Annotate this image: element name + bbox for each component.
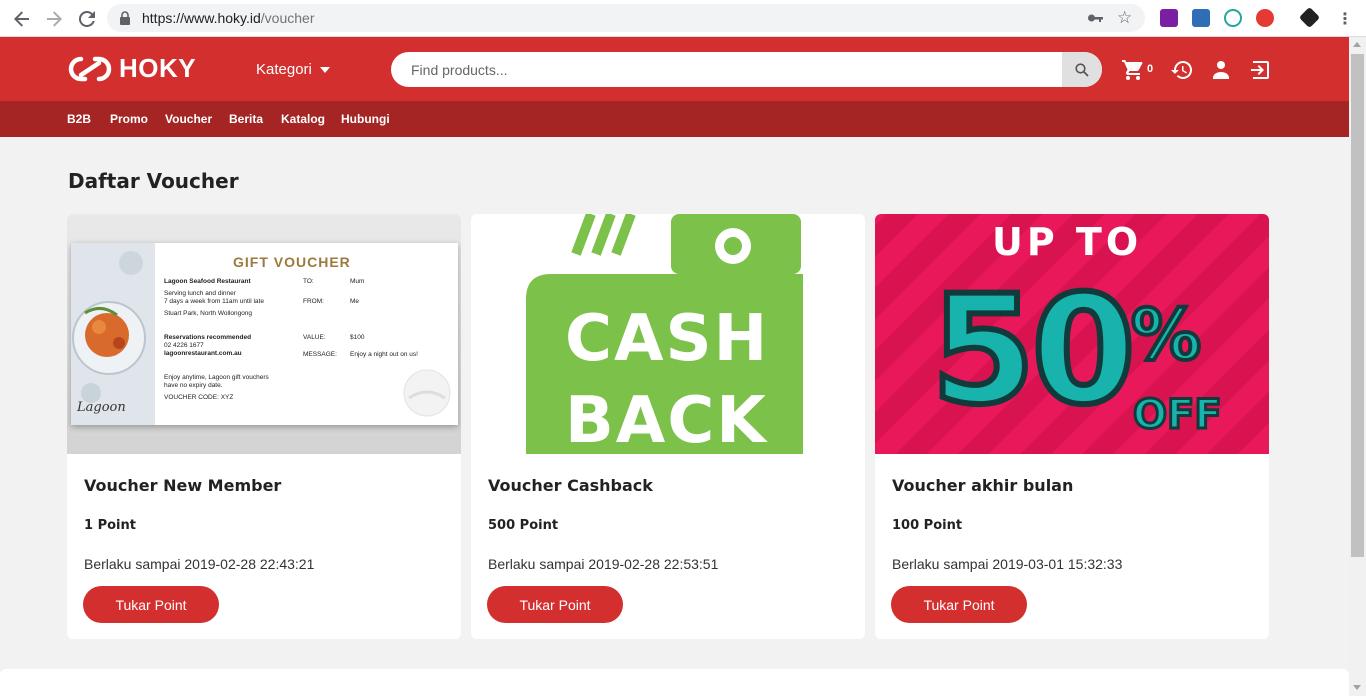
gift-note-2: have no expiry date. [164, 382, 223, 389]
login-icon[interactable] [1249, 58, 1273, 82]
gift-hours-1: Serving lunch and dinner [164, 290, 236, 297]
sale-off-text: OFF [1132, 391, 1224, 440]
gift-from-value: Me [350, 298, 360, 305]
food-photo: Lagoon [71, 243, 155, 425]
cart-count: 0 [1147, 63, 1154, 75]
gift-reservations: Reservations recommended [164, 334, 252, 341]
gift-from-label: FROM: [303, 298, 324, 305]
voucher-card: CASH BACK Voucher Cashback 500 Point Ber… [471, 214, 865, 639]
scroll-down-arrow-icon[interactable] [1353, 685, 1361, 690]
lagoon-seal-icon [403, 369, 451, 417]
gift-value-label: VALUE: [303, 334, 326, 341]
nav-link-berita[interactable]: Berita [229, 112, 263, 126]
kategori-label: Kategori [256, 61, 312, 78]
caret-down-icon [319, 66, 330, 73]
voucher-points: 100 Point [892, 518, 963, 533]
hoky-logo-icon [68, 56, 112, 81]
cashback-line-1: CASH [565, 302, 770, 376]
nav-link-promo[interactable]: Promo [110, 112, 148, 126]
search-icon [1075, 62, 1089, 77]
gift-address: Stuart Park, North Wollongong [164, 310, 253, 317]
search-input[interactable] [391, 52, 1062, 87]
tukar-point-button[interactable]: Tukar Point [83, 586, 219, 623]
footer-panel [0, 669, 1349, 696]
voucher-image-cashback: CASH BACK [471, 214, 865, 454]
bookmark-star-icon[interactable]: ☆ [1117, 8, 1132, 28]
voucher-title: Voucher New Member [84, 476, 282, 495]
search-bar [391, 52, 1102, 87]
reload-icon[interactable] [75, 7, 99, 31]
cashback-line-2: BACK [565, 384, 768, 454]
forward-arrow-icon[interactable] [42, 7, 66, 31]
nav-link-katalog[interactable]: Katalog [281, 112, 325, 126]
page-scrollbar[interactable] [1349, 37, 1366, 696]
voucher-card: UP TO 50 % OFF Voucher akhir bulan 100 P… [875, 214, 1269, 639]
scroll-up-arrow-icon[interactable] [1353, 42, 1361, 47]
nav-link-b2b[interactable]: B2B [67, 112, 91, 126]
key-icon[interactable] [1087, 10, 1103, 26]
sub-navigation: B2B Promo Voucher Berita Katalog Hubungi [0, 101, 1349, 137]
user-icon[interactable] [1209, 58, 1233, 82]
extension-rp-icon[interactable] [1160, 9, 1178, 27]
tukar-point-button[interactable]: Tukar Point [891, 586, 1027, 623]
gift-voucher-heading: GIFT VOUCHER [233, 254, 351, 270]
page-title: Daftar Voucher [68, 169, 239, 193]
cart-icon[interactable] [1121, 58, 1145, 82]
back-arrow-icon[interactable] [10, 7, 34, 31]
search-button[interactable] [1062, 52, 1102, 87]
scrollbar-thumb[interactable] [1351, 54, 1364, 557]
gift-code: VOUCHER CODE: XYZ [164, 394, 234, 401]
logo-text: HOKY [119, 53, 197, 83]
extension-diamond-icon[interactable] [1298, 6, 1321, 29]
voucher-image-gift: Lagoon GIFT VOUCHER Lagoon Seafood Resta… [67, 214, 461, 454]
gift-to-value: Mum [350, 278, 365, 285]
voucher-points: 500 Point [488, 518, 559, 533]
gift-website: lagoonrestaurant.com.au [164, 350, 242, 357]
gift-hours-2: 7 days a week from 11am until late [164, 298, 264, 305]
url-domain: https://www.hoky.id [142, 10, 261, 26]
gift-message-value: Enjoy a night out on us! [350, 351, 418, 358]
voucher-title: Voucher akhir bulan [892, 476, 1074, 495]
address-bar[interactable]: https://www.hoky.id/voucher ☆ [107, 4, 1145, 32]
gift-message-label: MESSAGE: [303, 351, 337, 358]
gift-restaurant: Lagoon Seafood Restaurant [164, 278, 251, 285]
sale-percent-text: % [1129, 292, 1203, 378]
url-path: /voucher [260, 10, 315, 26]
gift-to-label: TO: [303, 278, 314, 285]
extension-s-icon[interactable] [1192, 9, 1210, 27]
voucher-title: Voucher Cashback [488, 476, 653, 495]
extension-shield-icon[interactable] [1256, 9, 1274, 27]
voucher-validity: Berlaku sampai 2019-02-28 22:43:21 [84, 556, 315, 572]
sale-number-text: 50 [928, 264, 1139, 438]
menu-kebab-icon[interactable]: ⋮ [1333, 7, 1357, 31]
voucher-image-sale: UP TO 50 % OFF [875, 214, 1269, 454]
nav-link-voucher[interactable]: Voucher [165, 112, 212, 126]
voucher-card: Lagoon GIFT VOUCHER Lagoon Seafood Resta… [67, 214, 461, 639]
url-text: https://www.hoky.id/voucher [142, 10, 315, 26]
lagoon-brand-text: Lagoon [76, 400, 126, 415]
hoky-logo[interactable]: HOKY [67, 53, 196, 84]
kategori-dropdown[interactable]: Kategori [256, 61, 330, 78]
voucher-points: 1 Point [84, 518, 136, 533]
gift-phone: 02 4226 1677 [164, 342, 204, 349]
lock-icon [120, 11, 130, 25]
browser-toolbar: https://www.hoky.id/voucher ☆ ⋮ [0, 0, 1366, 37]
gift-note-1: Enjoy anytime, Lagoon gift vouchers [164, 374, 269, 381]
extension-cube-icon[interactable] [1224, 9, 1242, 27]
sale-up-to-text: UP TO [992, 220, 1143, 264]
gift-value-value: $100 [350, 334, 365, 341]
history-icon[interactable] [1170, 58, 1194, 82]
nav-link-hubungi[interactable]: Hubungi [341, 112, 390, 126]
site-header: HOKY Kategori 0 [0, 37, 1349, 101]
tukar-point-button[interactable]: Tukar Point [487, 586, 623, 623]
voucher-validity: Berlaku sampai 2019-02-28 22:53:51 [488, 556, 719, 572]
voucher-validity: Berlaku sampai 2019-03-01 15:32:33 [892, 556, 1123, 572]
